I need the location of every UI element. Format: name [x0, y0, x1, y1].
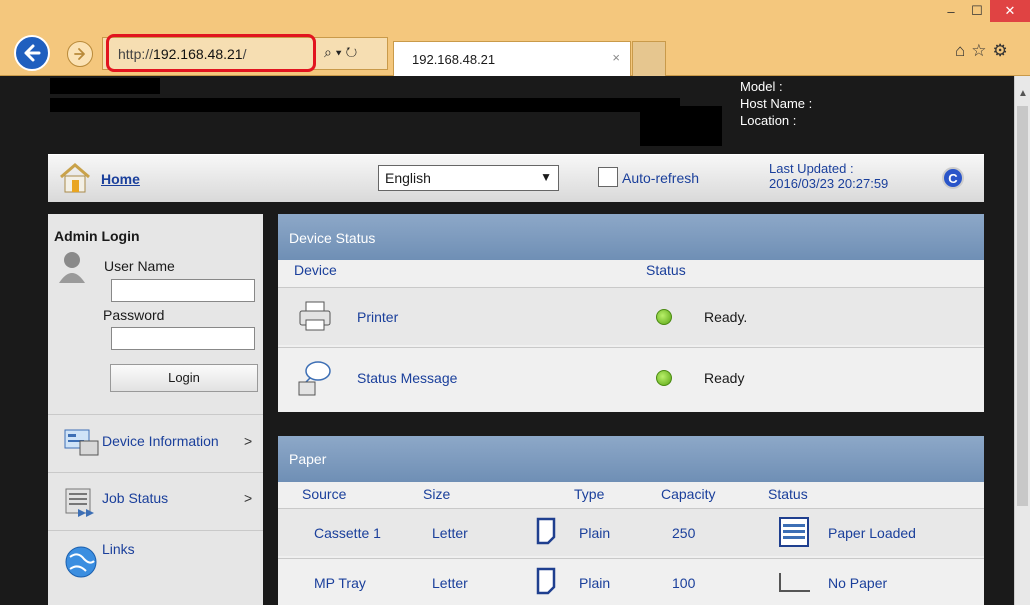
chevron-right-icon: >: [244, 433, 253, 449]
paper-type: Plain: [579, 525, 611, 541]
language-value: English: [385, 170, 431, 186]
printer-icon: [299, 301, 331, 331]
forward-button[interactable]: [67, 41, 93, 67]
last-updated-label: Last Updated :: [769, 161, 854, 176]
column-header-source: Source: [302, 486, 347, 502]
sidebar-item-label: Device Information: [102, 433, 219, 449]
table-row: MP Tray Letter Plain 100 No Paper: [278, 558, 984, 605]
vertical-scrollbar[interactable]: ▲: [1014, 76, 1030, 605]
arrow-left-icon: [24, 44, 41, 62]
paper-stack-icon: [779, 517, 809, 547]
browser-tab[interactable]: 192.168.48.21 ×: [393, 41, 631, 76]
browser-chrome: – ☐ ✕ http://192.168.48.21/ ⌕ ▾ ↻ 192.16…: [0, 0, 1030, 76]
paper-source: Cassette 1: [314, 525, 381, 541]
job-status-icon: [65, 488, 94, 517]
device-status-title: Device Status: [278, 214, 984, 260]
refresh-icon[interactable]: C: [942, 167, 964, 189]
chevron-down-icon: ▼: [540, 170, 552, 184]
paper-capacity: 250: [672, 525, 696, 541]
tab-title: 192.168.48.21: [412, 52, 496, 67]
device-info-icon: [64, 429, 99, 456]
status-message-icon: [298, 361, 331, 396]
table-row: Status Message Ready: [278, 347, 984, 407]
url-highlight-box: [106, 34, 316, 72]
paper-sheet-icon: [536, 567, 556, 595]
password-input[interactable]: [111, 327, 255, 350]
sidebar-item-job-status[interactable]: Job Status >: [48, 472, 263, 530]
toolbar-icons: ⌂ ☆ ⚙: [955, 41, 1008, 61]
scrollbar-thumb[interactable]: [1017, 106, 1028, 506]
paper-sheet-icon: [536, 517, 556, 545]
status-ready-led: [656, 370, 672, 386]
settings-gear-icon[interactable]: ⚙: [993, 41, 1008, 61]
user-avatar-icon: [59, 252, 85, 283]
paper-status: Paper Loaded: [828, 525, 916, 541]
redacted-block: [50, 78, 160, 94]
paper-status: No Paper: [828, 575, 888, 591]
column-header-type: Type: [574, 486, 605, 502]
column-header-size: Size: [423, 486, 451, 502]
home-toolbar-icon[interactable]: ⌂: [955, 41, 965, 61]
username-label: User Name: [104, 258, 175, 274]
host-name-label: Host Name :: [740, 96, 813, 111]
minimize-button[interactable]: –: [938, 0, 964, 22]
device-status-value: Ready: [704, 370, 745, 386]
sidebar: Admin Login User Name Password Login Dev…: [48, 214, 263, 605]
sidebar-item-label: Links: [102, 541, 135, 557]
device-name[interactable]: Printer: [357, 309, 398, 325]
arrow-right-icon: [74, 48, 85, 60]
paper-type: Plain: [579, 575, 611, 591]
admin-login-title: Admin Login: [54, 228, 140, 244]
column-header-status: Status: [646, 262, 686, 278]
table-row: Printer Ready.: [278, 287, 984, 345]
device-status-card: Device Status Device Status Printer Read…: [278, 214, 984, 412]
close-window-button[interactable]: ✕: [990, 0, 1030, 22]
search-refresh-controls[interactable]: ⌕ ▾ ↻: [324, 44, 357, 61]
paper-title: Paper: [278, 436, 984, 482]
column-header-device: Device: [294, 262, 337, 278]
auto-refresh-checkbox[interactable]: [598, 167, 618, 187]
column-header-capacity: Capacity: [661, 486, 716, 502]
device-status-value: Ready.: [704, 309, 748, 325]
redacted-block: [640, 106, 722, 146]
sidebar-item-label: Job Status: [102, 490, 169, 506]
table-row: Cassette 1 Letter Plain 250 Paper Loaded: [278, 508, 984, 556]
username-input[interactable]: [111, 279, 255, 302]
house-icon[interactable]: [58, 162, 92, 194]
maximize-button[interactable]: ☐: [964, 0, 990, 22]
device-info: Model : Host Name : Location :: [740, 78, 812, 129]
favorites-star-icon[interactable]: ☆: [971, 41, 986, 61]
login-button[interactable]: Login: [110, 364, 258, 392]
page-content: Model : Host Name : Location : Home Engl…: [0, 76, 1014, 605]
paper-card: Paper Source Size Type Capacity Status C…: [278, 436, 984, 605]
sidebar-item-device-information[interactable]: Device Information >: [48, 414, 263, 472]
status-ready-led: [656, 309, 672, 325]
last-updated-value: 2016/03/23 20:27:59: [769, 176, 889, 191]
auto-refresh-label[interactable]: Auto-refresh: [622, 170, 699, 186]
location-label: Location :: [740, 113, 797, 128]
chevron-right-icon: >: [244, 490, 253, 506]
home-link[interactable]: Home: [101, 171, 140, 187]
device-name[interactable]: Status Message: [357, 370, 457, 386]
nav-bar: Home English ▼ Auto-refresh Last Updated…: [48, 154, 984, 202]
back-button[interactable]: [14, 35, 50, 71]
scroll-up-icon[interactable]: ▲: [1018, 88, 1028, 99]
language-select[interactable]: English ▼: [378, 165, 559, 191]
paper-capacity: 100: [672, 575, 696, 591]
globe-icon: [65, 546, 97, 578]
sidebar-item-links[interactable]: Links: [48, 530, 263, 588]
redacted-block: [50, 98, 680, 112]
new-tab-button[interactable]: [632, 41, 666, 76]
last-updated: Last Updated : 2016/03/23 20:27:59: [769, 161, 888, 191]
password-label: Password: [103, 307, 165, 323]
paper-size: Letter: [432, 525, 468, 541]
column-header-status: Status: [768, 486, 808, 502]
model-label: Model :: [740, 79, 783, 94]
paper-source: MP Tray: [314, 575, 366, 591]
empty-tray-icon: [779, 573, 810, 592]
tab-close-icon[interactable]: ×: [612, 50, 620, 65]
paper-size: Letter: [432, 575, 468, 591]
